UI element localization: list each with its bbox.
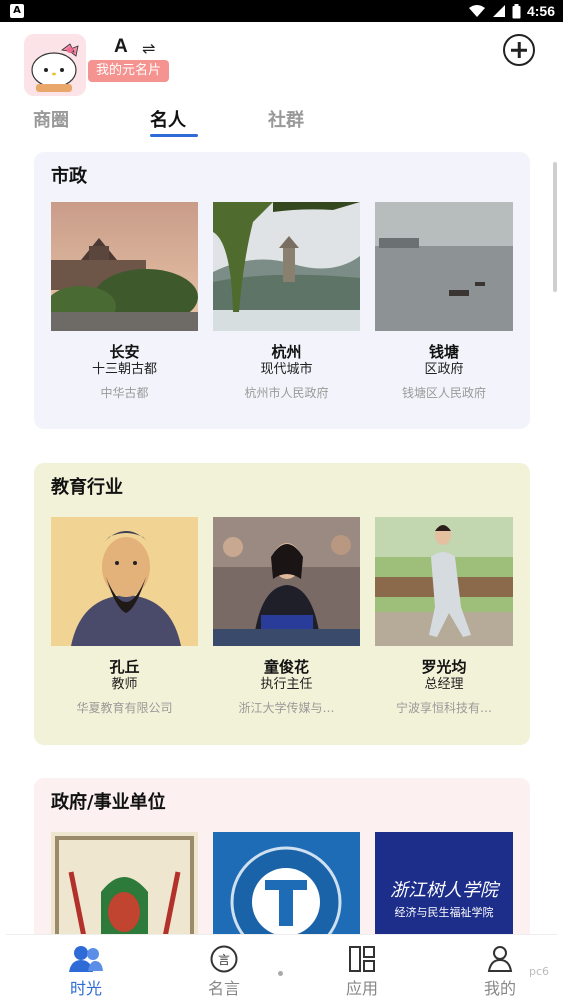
item-name: 长安 — [109, 343, 140, 361]
tab-business[interactable]: 商圈 — [33, 106, 69, 132]
apps-grid-icon — [349, 946, 375, 972]
profile-icon — [487, 946, 513, 972]
list-item[interactable]: 浙江树人学院 经济与民生福祉学院 — [375, 832, 513, 942]
nav-center-dot — [278, 971, 283, 976]
list-item[interactable]: 长安 十三朝古都 中华古都 — [51, 202, 198, 401]
page: A ⇌ 我的元名片 商圈 名人 社群 市政 长安 十三朝古都 中华古都 杭州 现… — [6, 22, 557, 1002]
item-name: 童俊花 — [263, 658, 309, 676]
signal-icon — [492, 5, 505, 17]
swap-account-icon[interactable]: ⇌ — [142, 39, 155, 58]
item-org: 杭州市人民政府 — [244, 386, 329, 400]
item-org: 宁波享恒科技有… — [395, 701, 492, 715]
item-name: 杭州 — [271, 343, 302, 361]
nav-quotes[interactable]: 言 名言 — [194, 945, 254, 999]
hangzhou-photo — [213, 202, 360, 331]
svg-text:言: 言 — [218, 953, 230, 967]
item-role: 总经理 — [424, 677, 464, 692]
nav-label: 名言 — [207, 979, 240, 998]
list-item[interactable]: 孔丘 教师 华夏教育有限公司 — [51, 517, 198, 716]
item-name: 孔丘 — [109, 658, 140, 676]
list-item[interactable]: 童俊花 执行主任 浙江大学传媒与… — [213, 517, 360, 716]
nav-profile[interactable]: 我的 — [470, 945, 530, 999]
app-notification-icon: A — [10, 4, 24, 18]
wifi-icon — [468, 5, 485, 17]
list-item[interactable] — [213, 832, 360, 942]
item-role: 教师 — [111, 677, 138, 692]
watermark: pc6 — [528, 965, 549, 978]
scrollbar[interactable] — [553, 162, 557, 292]
avatar[interactable] — [24, 34, 86, 96]
tab-community[interactable]: 社群 — [268, 106, 304, 132]
battery-icon — [512, 3, 521, 18]
section-title: 市政 — [51, 166, 87, 187]
qiantang-photo — [375, 202, 513, 331]
item-org: 华夏教育有限公司 — [76, 701, 173, 715]
bottom-nav: 时光 言 名言 应用 我的 pc6 — [6, 934, 557, 1002]
list-item[interactable]: 罗光均 总经理 宁波享恒科技有… — [375, 517, 513, 716]
my-card-badge[interactable]: 我的元名片 — [88, 60, 170, 82]
item-role: 十三朝古都 — [91, 362, 157, 377]
confucius-portrait — [51, 517, 198, 646]
item-role: 区政府 — [424, 362, 464, 377]
status-bar: A 4:56 — [0, 0, 563, 22]
list-item[interactable]: 杭州 现代城市 杭州市人民政府 — [213, 202, 360, 401]
section-government: 政府/事业单位 浙江树人学院 经济与民生福祉学院 — [34, 778, 530, 948]
section-title: 教育行业 — [51, 477, 123, 498]
status-time: 4:56 — [526, 3, 555, 19]
quote-icon: 言 — [210, 945, 238, 973]
user-initial: A — [114, 36, 128, 57]
changan-photo — [51, 202, 198, 331]
college-subtitle-text: 经济与民生福祉学院 — [394, 906, 494, 919]
nav-apps[interactable]: 应用 — [332, 945, 392, 999]
item-role: 现代城市 — [260, 362, 313, 377]
item-name: 钱塘 — [428, 343, 459, 361]
add-button[interactable] — [503, 34, 535, 66]
header: A ⇌ 我的元名片 — [6, 22, 557, 100]
tab-celebrity[interactable]: 名人 — [150, 106, 186, 132]
nav-time[interactable]: 时光 — [56, 945, 116, 999]
tong-junhua-photo — [213, 517, 360, 646]
item-org: 浙江大学传媒与… — [238, 701, 335, 715]
nav-label: 应用 — [345, 979, 378, 998]
item-name: 罗光均 — [421, 658, 467, 676]
item-role: 执行主任 — [260, 677, 313, 692]
active-tab-indicator — [150, 134, 198, 137]
college-name-text: 浙江树人学院 — [390, 880, 498, 901]
item-org: 中华古都 — [100, 386, 149, 400]
list-item[interactable] — [51, 832, 198, 942]
nav-label: 我的 — [483, 979, 516, 998]
jiangxi-geology-logo — [213, 832, 360, 942]
section-municipal: 市政 长安 十三朝古都 中华古都 杭州 现代城市 杭州市人民政府 钱塘 区政府 … — [34, 152, 530, 429]
section-education: 教育行业 孔丘 教师 华夏教育有限公司 童俊花 执行主任 浙江大学传媒与… 罗光… — [34, 463, 530, 745]
shuren-college-banner: 浙江树人学院 经济与民生福祉学院 — [375, 832, 513, 942]
item-org: 钱塘区人民政府 — [401, 386, 486, 400]
luo-guangjun-photo — [375, 517, 513, 646]
guanyu-poster — [51, 832, 198, 942]
tab-bar: 商圈 名人 社群 — [6, 104, 557, 140]
list-item[interactable]: 钱塘 区政府 钱塘区人民政府 — [375, 202, 513, 401]
nav-label: 时光 — [69, 979, 102, 998]
people-icon — [69, 946, 103, 972]
section-title: 政府/事业单位 — [51, 792, 166, 813]
